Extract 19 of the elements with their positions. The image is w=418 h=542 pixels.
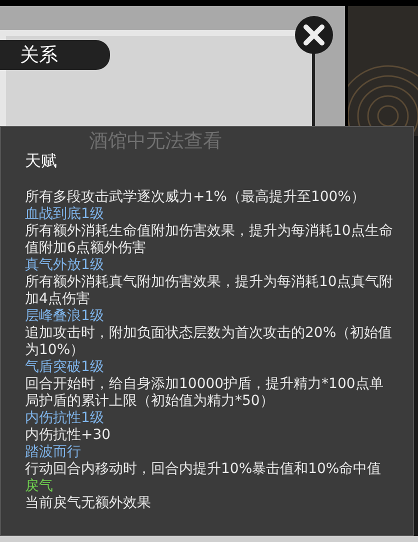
talent-description: 内伤抗性+30 (25, 427, 112, 444)
close-button[interactable] (295, 16, 333, 54)
talent-name: 气盾突破1级 (25, 359, 104, 376)
talent-name: 层峰叠浪1级 (25, 308, 104, 325)
talent-name: 戾气 (25, 478, 53, 495)
talent-name: 血战到底1级 (25, 206, 104, 223)
close-icon (303, 24, 325, 46)
window-title: 关系 (0, 40, 110, 70)
talent-description: 所有多段攻击武学逐次威力+1%（最高提升至100%） (25, 189, 366, 206)
talent-description: 所有额外消耗生命值附加伤害效果，提升为每消耗10点生命值附加6点额外伤害 (25, 223, 394, 257)
talent-description: 行动回合内移动时，回合内提升10%暴击值和10%命中值 (25, 461, 382, 478)
talent-name: 真气外放1级 (25, 257, 104, 274)
talent-description: 当前戾气无额外效果 (25, 495, 152, 512)
talent-description: 回合开始时，给自身添加10000护盾，提升精力*100点单局护盾的累计上限（初始值为精力*50） (25, 376, 384, 410)
tooltip-title: 天赋 (25, 151, 58, 171)
talent-description: 追加攻击时，附加负面状态层数为首次攻击的20%（初始值为10%） (25, 325, 394, 359)
talent-name: 踏波而行 (25, 444, 81, 461)
talent-description: 所有额外消耗真气附加伤害效果，提升为每消耗10点真气附加4点伤害 (25, 274, 394, 308)
talent-name: 内伤抗性1级 (25, 410, 104, 427)
